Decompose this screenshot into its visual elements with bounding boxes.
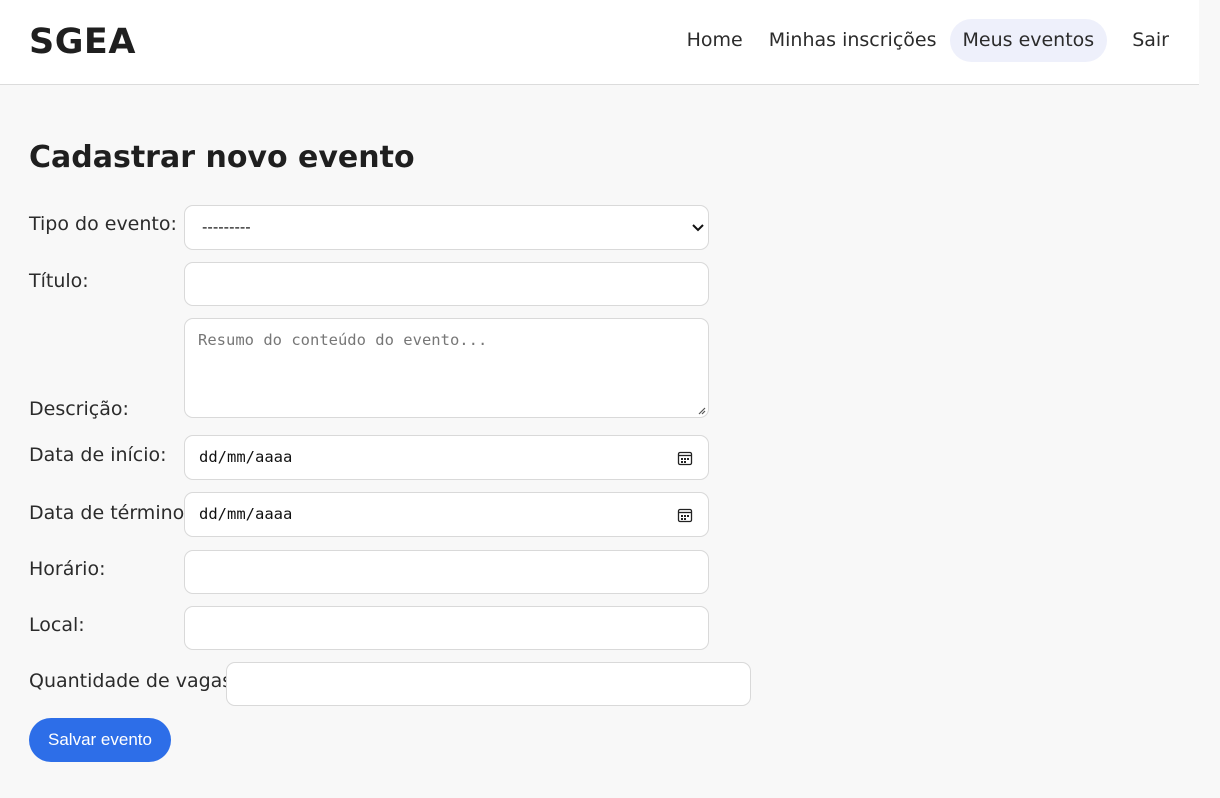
top-navbar: SGEA Home Minhas inscrições Meus eventos… [0,0,1199,85]
titulo-input[interactable] [184,262,709,306]
data-inicio-label: Data de início: [29,444,167,466]
resize-handle-icon[interactable] [696,405,706,415]
descricao-placeholder: Resumo do conteúdo do evento... [198,331,488,349]
descricao-textarea[interactable]: Resumo do conteúdo do evento... [184,318,709,418]
titulo-label: Título: [29,270,89,292]
descricao-label: Descrição: [29,398,129,420]
horario-input[interactable] [184,550,709,594]
data-inicio-value: dd/mm/aaaa [199,448,293,466]
data-termino-value: dd/mm/aaaa [199,505,293,523]
chevron-down-icon [692,224,704,232]
brand-logo[interactable]: SGEA [29,22,136,62]
vagas-label: Quantidade de vagas: [29,670,239,692]
horario-label: Horário: [29,558,106,580]
tipo-select-value: --------- [202,218,251,236]
local-label: Local: [29,614,85,636]
page-title: Cadastrar novo evento [29,140,415,175]
data-termino-input[interactable]: dd/mm/aaaa [184,492,709,537]
data-termino-label: Data de término: [29,502,191,524]
vagas-input[interactable] [226,662,751,706]
main-nav: Home Minhas inscrições Meus eventos Sair [674,19,1169,62]
tipo-select[interactable]: --------- [184,205,709,250]
nav-minhas-inscricoes[interactable]: Minhas inscrições [756,19,950,62]
nav-sair[interactable]: Sair [1119,19,1169,62]
save-event-button[interactable]: Salvar evento [29,718,171,762]
data-inicio-input[interactable]: dd/mm/aaaa [184,435,709,480]
nav-home[interactable]: Home [674,19,756,62]
local-input[interactable] [184,606,709,650]
tipo-label: Tipo do evento: [29,213,177,235]
nav-meus-eventos[interactable]: Meus eventos [949,19,1108,62]
calendar-icon[interactable] [677,507,693,523]
calendar-icon[interactable] [677,450,693,466]
